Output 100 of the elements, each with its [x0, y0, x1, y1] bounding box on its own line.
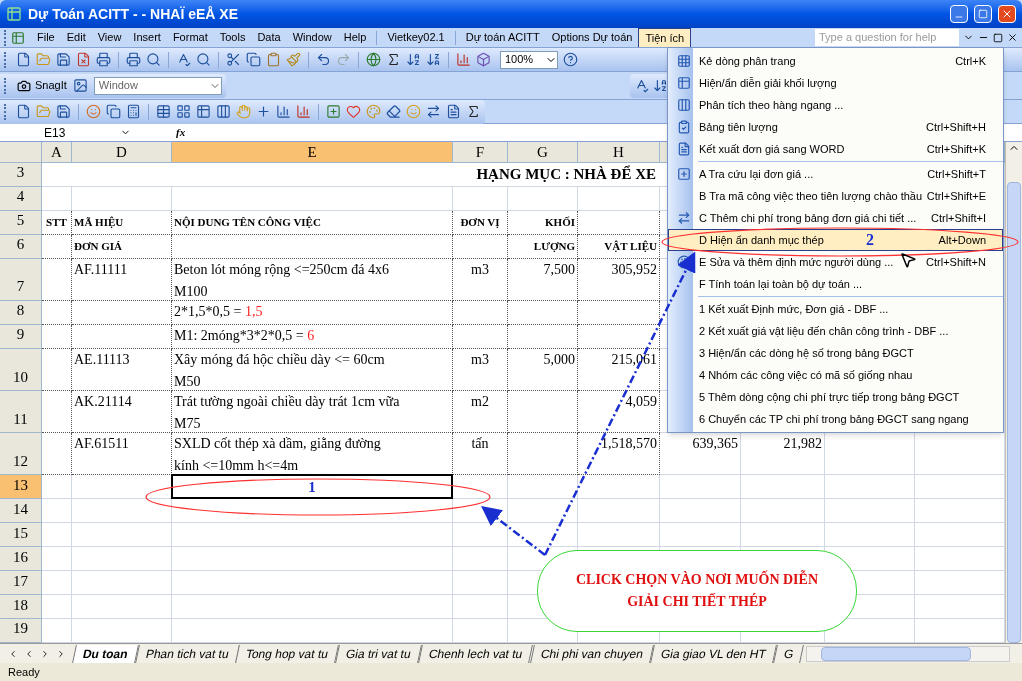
- menu-bar-item[interactable]: Insert: [127, 28, 167, 47]
- menu-bar-item[interactable]: Vietkey02.1: [381, 28, 451, 47]
- print-preview-icon[interactable]: [146, 52, 161, 67]
- restore-icon[interactable]: [993, 32, 1003, 43]
- file-delete-icon[interactable]: [76, 52, 91, 67]
- printer-icon[interactable]: [96, 52, 111, 67]
- paste-icon[interactable]: [266, 52, 281, 67]
- menu-item[interactable]: B Tra mã công việc theo tiên lượng chào thầu Ctrl+Shift+E: [668, 185, 1003, 207]
- toolbar-grip[interactable]: [4, 77, 7, 94]
- previous-sheet-icon[interactable]: [24, 648, 34, 659]
- zoom-combo[interactable]: 100%: [500, 50, 558, 69]
- row-header[interactable]: 3: [0, 163, 42, 187]
- menu-item[interactable]: 5 Thêm dòng cộng chi phí trực tiếp trong bảng ĐGCT: [668, 386, 1003, 408]
- selected-cell[interactable]: 1: [171, 474, 453, 500]
- column-header[interactable]: F: [453, 142, 508, 163]
- help-icon[interactable]: [563, 52, 578, 67]
- menu-item[interactable]: 4 Nhóm các công việc có mã số giống nhau: [668, 364, 1003, 386]
- sheet-tab[interactable]: G: [772, 644, 804, 663]
- sheet-tab[interactable]: Gia tri vat tu: [335, 644, 423, 663]
- chart-icon[interactable]: [276, 104, 291, 119]
- sheet-tab[interactable]: Du toan: [72, 644, 139, 663]
- undo-icon[interactable]: [316, 52, 331, 67]
- toolbar-grip[interactable]: [4, 29, 7, 46]
- sheet-tab[interactable]: Chenh lech vat tu: [418, 644, 534, 663]
- new-file-icon[interactable]: [16, 52, 31, 67]
- minimize-button[interactable]: [950, 5, 968, 23]
- grid-icon[interactable]: [176, 104, 191, 119]
- menu-item[interactable]: 6 Chuyển các TP chi phí trong bảng ĐGCT sang ngang: [668, 408, 1003, 430]
- sort-ascending-icon[interactable]: [653, 78, 668, 93]
- capture-mode-combo[interactable]: Window: [93, 76, 222, 95]
- sort-ascending-icon[interactable]: [406, 52, 421, 67]
- column-header[interactable]: A: [42, 142, 72, 163]
- eraser-icon[interactable]: [386, 104, 401, 119]
- menu-item[interactable]: Hiện/ẩn diễn giải khối lượng: [668, 72, 1003, 94]
- menu-bar-item[interactable]: Edit: [60, 28, 92, 47]
- close-icon[interactable]: [1007, 32, 1018, 43]
- columns-icon[interactable]: [216, 104, 231, 119]
- menu-item[interactable]: F Tính toán lại toàn bộ dự toán ...: [668, 273, 1003, 295]
- chart-icon[interactable]: [456, 52, 471, 67]
- row-header[interactable]: 6: [0, 234, 42, 259]
- scrollbar-thumb[interactable]: [1007, 181, 1021, 643]
- menu-bar-item[interactable]: File: [31, 28, 61, 47]
- menu-item[interactable]: C Thêm chi phí trong bảng đơn giá chi tiết ... Ctrl+Shift+I: [668, 207, 1003, 229]
- menu-item[interactable]: Bảng tiên lượng Ctrl+Shift+H: [668, 116, 1003, 138]
- row-header[interactable]: 14: [0, 499, 42, 524]
- menu-item[interactable]: 3 Hiện/ẩn các dòng hệ số trong bảng ĐGCT: [668, 342, 1003, 364]
- row-header[interactable]: 17: [0, 571, 42, 596]
- row-header[interactable]: 19: [0, 619, 42, 643]
- scissors-icon[interactable]: [226, 52, 241, 67]
- row-header[interactable]: 13: [0, 475, 42, 500]
- menu-bar-item[interactable]: Dự toán ACITT: [459, 28, 546, 47]
- scrollbar-thumb[interactable]: [820, 646, 971, 661]
- close-button[interactable]: [998, 5, 1016, 23]
- menu-bar-item[interactable]: Options Dự toán: [545, 28, 639, 47]
- sum-icon[interactable]: [386, 52, 401, 67]
- menu-item[interactable]: E Sửa và thêm định mức người dùng ... Ctrl+Shift+N: [668, 251, 1003, 273]
- copy-icon[interactable]: [106, 104, 121, 119]
- snagit-button[interactable]: SnagIt: [17, 77, 67, 94]
- menu-item[interactable]: Kết xuất đơn giá sang WORD Ctrl+Shift+K: [668, 138, 1003, 160]
- toolbar-grip[interactable]: [4, 103, 7, 120]
- spell-check-icon[interactable]: [176, 52, 191, 67]
- spell-check-icon[interactable]: [634, 78, 649, 93]
- menu-bar-item[interactable]: Window: [286, 28, 338, 47]
- function-label[interactable]: fx: [176, 124, 186, 141]
- calculator-icon[interactable]: [126, 104, 141, 119]
- column-header[interactable]: D: [72, 142, 172, 163]
- next-sheet-icon[interactable]: [40, 648, 50, 659]
- save-icon[interactable]: [56, 104, 71, 119]
- row-header[interactable]: 18: [0, 595, 42, 619]
- menu-bar-item[interactable]: Tools: [213, 28, 252, 47]
- toolbar-grip[interactable]: [4, 51, 7, 68]
- plus-icon[interactable]: [256, 104, 271, 119]
- research-icon[interactable]: [196, 52, 211, 67]
- menu-item[interactable]: A Tra cứu lại đơn giá ... Ctrl+Shift+T: [668, 163, 1003, 185]
- menu-item[interactable]: Kẻ dòng phân trang Ctrl+K: [668, 50, 1003, 72]
- menu-bar-item[interactable]: Tiện ích: [638, 28, 692, 47]
- maximize-button[interactable]: [974, 5, 992, 23]
- column-header[interactable]: H: [578, 142, 660, 163]
- sheet-tab[interactable]: Chi phi van chuyen: [529, 644, 654, 663]
- bar-chart-icon[interactable]: [296, 104, 311, 119]
- sheet-icon[interactable]: [196, 104, 211, 119]
- row-header[interactable]: 8: [0, 300, 42, 325]
- print-icon[interactable]: [126, 52, 141, 67]
- table-icon[interactable]: [156, 104, 171, 119]
- row-header[interactable]: 15: [0, 523, 42, 548]
- copy-icon[interactable]: [246, 52, 261, 67]
- menu-item[interactable]: 1 Kết xuất Định mức, Đơn giá - DBF ...: [668, 298, 1003, 320]
- row-header[interactable]: 9: [0, 324, 42, 349]
- row-header[interactable]: 10: [0, 348, 42, 391]
- menu-bar-item[interactable]: Data: [251, 28, 287, 47]
- vertical-scrollbar[interactable]: [1005, 142, 1022, 643]
- row-header[interactable]: 7: [0, 258, 42, 301]
- new-file-icon[interactable]: [16, 104, 31, 119]
- save-icon[interactable]: [56, 52, 71, 67]
- heart-icon[interactable]: [346, 104, 361, 119]
- column-header[interactable]: E: [172, 142, 453, 163]
- menu-bar-item[interactable]: View: [91, 28, 128, 47]
- sheet-tab[interactable]: Gia giao VL den HT: [649, 644, 777, 663]
- menu-bar-item[interactable]: Help: [337, 28, 373, 47]
- menu-item[interactable]: Phân tích theo hàng ngang ...: [668, 94, 1003, 116]
